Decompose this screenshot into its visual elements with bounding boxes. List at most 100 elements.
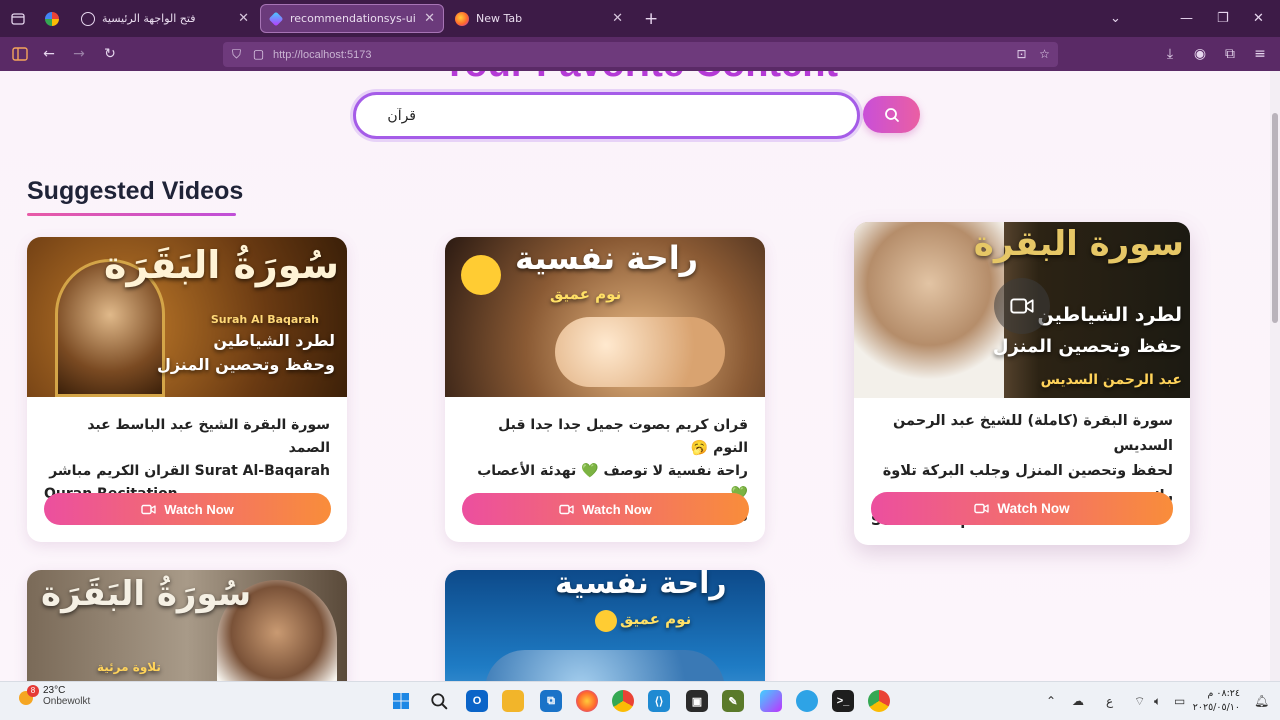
video-thumbnail[interactable]: سُورَةُ البَقَرَة تلاوة مرئية <box>27 570 347 681</box>
thumb-text: نوم عميق <box>550 285 622 303</box>
minimize-icon: — <box>1180 11 1193 26</box>
watch-now-label: Watch Now <box>997 501 1070 516</box>
list-all-tabs-button[interactable]: ⌄ <box>1110 0 1121 37</box>
tab-recommendationsys-ui[interactable]: recommendationsys-ui ✕ <box>260 4 444 33</box>
url-bar[interactable]: ⛉ ▢ http://localhost:5173 ⊡ ☆ <box>223 42 1058 67</box>
search-input[interactable] <box>376 101 836 131</box>
thumb-text: راحة نفسية <box>515 239 699 277</box>
sleeping-child <box>485 650 725 681</box>
page-scrollbar[interactable] <box>1270 71 1280 681</box>
video-title-line: قران كريم بصوت جميل جدا جدا قبل النوم 🥱 <box>498 417 748 456</box>
outlook-icon[interactable]: O <box>466 690 488 712</box>
thumb-text: لطرد الشياطين <box>1037 304 1182 326</box>
weather-temp: 23°C <box>43 685 66 696</box>
download-icon: ⤓ <box>1166 46 1174 62</box>
section-underline <box>27 213 236 216</box>
url-text[interactable]: http://localhost:5173 <box>273 49 371 61</box>
tab-overview-icon[interactable] <box>9 10 27 28</box>
thumb-text: تلاوة مرئية <box>97 660 161 674</box>
close-icon[interactable]: ✕ <box>238 11 249 26</box>
forward-button[interactable]: → <box>71 46 87 62</box>
windows-taskbar: 8 23°C Onbewolkt O ⧉ ⟨⟩ ▣ ✎ >_ ⌃ ☁ ع ⌔ 🔈… <box>0 681 1280 720</box>
chevron-down-icon: ⌄ <box>1110 11 1121 26</box>
tab-new-tab[interactable]: New Tab ✕ <box>447 4 631 33</box>
video-camera-icon <box>974 503 990 514</box>
file-explorer-icon[interactable] <box>502 690 524 712</box>
command-prompt-icon[interactable]: >_ <box>832 690 854 712</box>
terminal-app-icon[interactable]: ▣ <box>686 690 708 712</box>
search-button[interactable] <box>863 96 920 133</box>
search-box[interactable] <box>353 92 860 139</box>
close-icon: ✕ <box>1253 11 1264 26</box>
start-icon[interactable] <box>390 690 412 712</box>
page-icon[interactable]: ▢ <box>252 48 265 61</box>
menu-button[interactable]: ≡ <box>1252 46 1268 62</box>
tab-google[interactable] <box>37 4 67 33</box>
wifi-icon[interactable]: ⌔ <box>1134 694 1145 709</box>
snipping-tool-icon[interactable]: ⧉ <box>540 690 562 712</box>
video-thumbnail[interactable]: راحة نفسية نوم عميق <box>445 237 765 397</box>
minimize-button[interactable]: — <box>1180 0 1193 37</box>
play-overlay[interactable] <box>994 278 1050 334</box>
google-icon <box>45 11 59 26</box>
sidebar-toggle-icon[interactable] <box>12 46 28 62</box>
thumb-text: وحفظ وتحصين المنزل <box>156 355 335 374</box>
browser-tab-bar: فتح الواجهة الرئيسية ✕ recommendationsys… <box>0 0 1280 37</box>
tab-label: فتح الواجهة الرئيسية <box>102 12 196 25</box>
scrollbar-thumb[interactable] <box>1272 113 1278 323</box>
extensions-button[interactable]: ⧉ <box>1222 46 1238 62</box>
battery-icon[interactable]: ▭ <box>1174 694 1185 708</box>
notifications-icon[interactable]: 🔔︎ <box>1254 694 1269 708</box>
window-close-button[interactable]: ✕ <box>1253 0 1264 37</box>
video-thumbnail[interactable]: سُورَةُ البَقَرَة Surah Al Baqarah لطرد … <box>27 237 347 397</box>
notepad-icon[interactable]: ✎ <box>722 690 744 712</box>
plus-icon: + <box>644 8 659 29</box>
vite-icon <box>268 11 284 26</box>
weather-widget[interactable]: 8 23°C Onbewolkt <box>17 685 90 707</box>
search-icon[interactable] <box>428 690 450 712</box>
bookmark-star-icon[interactable]: ☆ <box>1038 48 1051 61</box>
reload-icon: ↻ <box>104 46 116 62</box>
thumb-text: نوم عميق <box>620 610 692 628</box>
page-viewport: Your Favorite Content Suggested Videos س… <box>0 71 1270 681</box>
volume-icon[interactable]: 🔈︎ <box>1154 694 1161 709</box>
reload-button[interactable]: ↻ <box>102 46 118 62</box>
reader-view-icon[interactable]: ⊡ <box>1015 48 1028 61</box>
input-language[interactable]: ع <box>1106 694 1113 708</box>
video-thumbnail[interactable]: سورة البقرة لطرد الشياطين حفظ وتحصين الم… <box>854 222 1190 398</box>
globe-icon <box>81 11 95 26</box>
chrome-icon[interactable] <box>612 690 634 712</box>
cloud-icon[interactable]: ☁ <box>1072 694 1084 708</box>
video-card: راحة نفسية نوم عميق <box>445 570 765 681</box>
video-card: سورة البقرة لطرد الشياطين حفظ وتحصين الم… <box>854 222 1190 545</box>
video-title-line: سورة البقرة الشيخ عبد الباسط عبد الصمد <box>87 417 330 456</box>
tab-main-interface[interactable]: فتح الواجهة الرئيسية ✕ <box>73 4 257 33</box>
edge-icon[interactable] <box>796 690 818 712</box>
video-camera-icon <box>141 504 156 515</box>
sleeping-baby <box>555 317 725 387</box>
watch-now-button[interactable]: Watch Now <box>44 493 331 525</box>
back-button[interactable]: ← <box>41 46 57 62</box>
chrome-profile-icon[interactable] <box>868 690 890 712</box>
video-card: سُورَةُ البَقَرَة تلاوة مرئية <box>27 570 347 681</box>
video-thumbnail[interactable]: راحة نفسية نوم عميق <box>445 570 765 681</box>
vscode-icon[interactable]: ⟨⟩ <box>648 690 670 712</box>
watch-now-button[interactable]: Watch Now <box>462 493 749 525</box>
vite-icon[interactable] <box>760 690 782 712</box>
clock-time: ٠٨:٢٤ م <box>1207 688 1240 699</box>
account-button[interactable]: ◉ <box>1192 46 1208 62</box>
downloads-button[interactable]: ⤓ <box>1162 46 1178 62</box>
close-icon[interactable]: ✕ <box>612 11 623 26</box>
chevron-up-icon[interactable]: ⌃ <box>1046 694 1056 708</box>
close-icon[interactable]: ✕ <box>424 11 435 26</box>
restore-button[interactable]: ❐ <box>1217 0 1229 37</box>
firefox-icon[interactable] <box>576 690 598 712</box>
clock[interactable]: ٠٨:٢٤ م ٢٠٢٥/٠٥/١٠ <box>1193 687 1240 715</box>
arrow-right-icon: → <box>73 46 85 62</box>
thumb-text: راحة نفسية <box>555 570 727 601</box>
new-tab-button[interactable]: + <box>644 0 658 37</box>
thumb-text: عبد الرحمن السديس <box>1040 372 1182 388</box>
watch-now-button[interactable]: Watch Now <box>871 492 1173 525</box>
shield-icon[interactable]: ⛉ <box>230 48 243 61</box>
puzzle-icon: ⧉ <box>1225 46 1235 62</box>
